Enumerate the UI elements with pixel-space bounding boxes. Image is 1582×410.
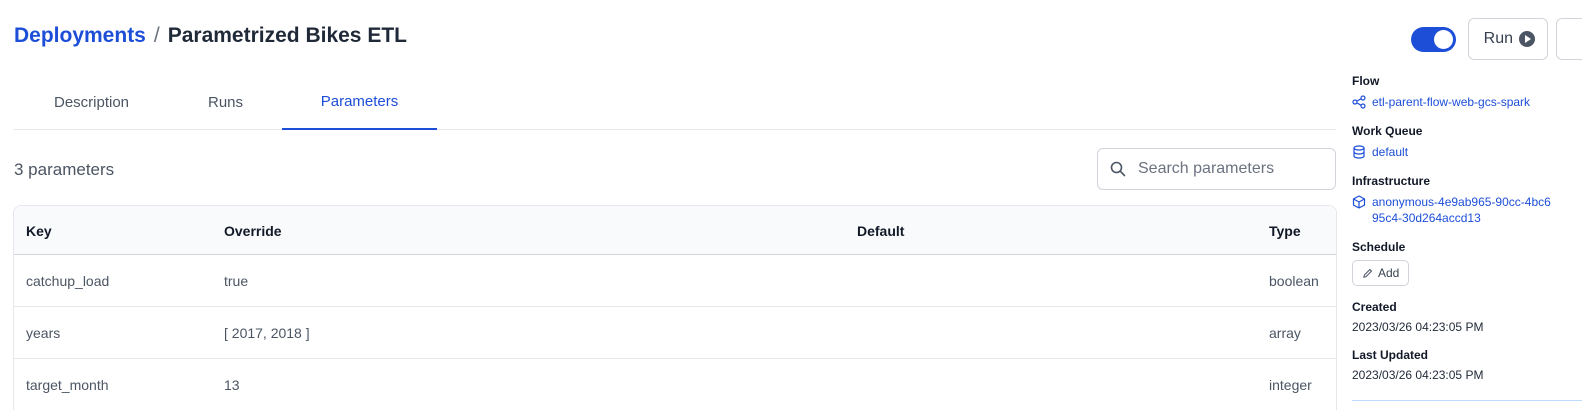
column-header-type: Type	[1269, 222, 1301, 239]
last-updated-section: Last Updated 2023/03/26 04:23:05 PM	[1352, 348, 1582, 382]
schedule-section: Schedule Add	[1352, 240, 1582, 286]
infrastructure-link[interactable]: anonymous-4e9ab965-90cc-4bc6 95c4-30d264…	[1352, 194, 1582, 226]
database-icon	[1352, 144, 1366, 160]
tab-description[interactable]: Description	[14, 74, 169, 130]
created-section: Created 2023/03/26 04:23:05 PM	[1352, 300, 1582, 334]
work-queue-name: default	[1372, 145, 1409, 159]
work-queue-link[interactable]: default	[1352, 144, 1582, 160]
tab-bar: Description Runs Parameters	[14, 74, 1336, 130]
search-input[interactable]	[1138, 160, 1318, 178]
pencil-icon	[1363, 268, 1373, 278]
column-header-key: Key	[26, 222, 52, 239]
last-updated-label: Last Updated	[1352, 348, 1429, 362]
table-row: years [ 2017, 2018 ] array	[14, 307, 1336, 359]
cell-key: years	[26, 325, 61, 341]
cube-icon	[1352, 194, 1366, 210]
page-title: Parametrized Bikes ETL	[167, 24, 407, 47]
work-queue-section: Work Queue default	[1352, 124, 1582, 160]
cell-override: 13	[224, 377, 240, 393]
cell-type: boolean	[1269, 273, 1319, 289]
table-row: target_month 13 integer	[14, 359, 1336, 410]
add-schedule-label: Add	[1378, 266, 1400, 280]
search-box	[1097, 148, 1336, 190]
breadcrumb-deployments-link[interactable]: Deployments	[14, 24, 146, 48]
created-label: Created	[1352, 300, 1397, 314]
table-row: catchup_load true boolean	[14, 255, 1336, 307]
flow-section: Flow etl-parent-flow-web-gcs-spark	[1352, 74, 1582, 110]
work-queue-label: Work Queue	[1352, 124, 1423, 138]
tab-parameters[interactable]: Parameters	[282, 74, 437, 130]
infrastructure-label: Infrastructure	[1352, 174, 1431, 188]
cell-type: array	[1269, 325, 1301, 341]
flow-name: etl-parent-flow-web-gcs-spark	[1372, 95, 1531, 109]
header-actions: Run	[1410, 18, 1582, 60]
column-header-default: Default	[857, 222, 905, 239]
cell-override: true	[224, 273, 249, 289]
infrastructure-section: Infrastructure anonymous-4e9ab965-90cc-4…	[1352, 174, 1582, 226]
parameter-count: 3 parameters	[14, 160, 115, 179]
deployment-active-toggle[interactable]	[1410, 26, 1456, 52]
add-schedule-button[interactable]: Add	[1352, 260, 1410, 286]
flow-icon	[1352, 94, 1366, 110]
created-timestamp: 2023/03/26 04:23:05 PM	[1352, 320, 1484, 334]
flow-label: Flow	[1352, 74, 1380, 88]
cell-key: catchup_load	[26, 273, 110, 289]
sidebar-divider	[1352, 400, 1582, 401]
column-header-override: Override	[224, 222, 282, 239]
toggle-knob	[1433, 29, 1453, 49]
cell-key: target_month	[26, 377, 109, 393]
breadcrumb-separator: /	[153, 24, 160, 47]
schedule-label: Schedule	[1352, 240, 1406, 254]
run-button-label: Run	[1483, 30, 1513, 47]
infrastructure-name-line1: anonymous-4e9ab965-90cc-4bc6	[1372, 195, 1551, 209]
tab-runs[interactable]: Runs	[169, 74, 282, 130]
search-icon	[1110, 161, 1126, 177]
deployment-details-sidebar: Flow etl-parent-flow-web-gcs-spark Work …	[1352, 74, 1582, 401]
cell-override: [ 2017, 2018 ]	[224, 325, 310, 341]
last-updated-timestamp: 2023/03/26 04:23:05 PM	[1352, 368, 1484, 382]
run-button[interactable]: Run	[1467, 18, 1548, 60]
infrastructure-name: anonymous-4e9ab965-90cc-4bc6 95c4-30d264…	[1372, 194, 1551, 226]
flow-link[interactable]: etl-parent-flow-web-gcs-spark	[1352, 94, 1582, 110]
table-header: Key Override Default Type	[14, 206, 1336, 255]
play-icon	[1519, 31, 1535, 47]
more-actions-button[interactable]	[1556, 18, 1582, 60]
breadcrumb: Deployments / Parametrized Bikes ETL	[14, 24, 407, 48]
parameters-table: Key Override Default Type catchup_load t…	[13, 205, 1337, 410]
infrastructure-name-line2: 95c4-30d264accd13	[1372, 211, 1481, 225]
cell-type: integer	[1269, 377, 1312, 393]
